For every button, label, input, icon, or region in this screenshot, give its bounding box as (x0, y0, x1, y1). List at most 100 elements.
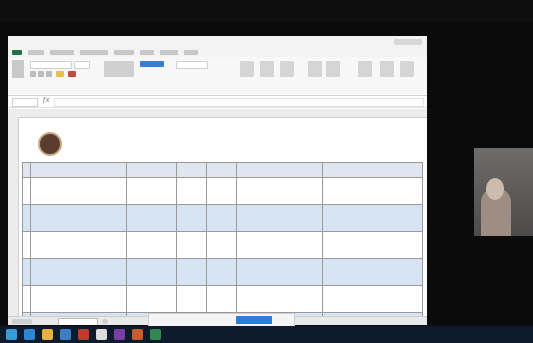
hide-share-bar-button[interactable] (276, 316, 290, 324)
table-cell[interactable] (126, 258, 177, 286)
autosum-button[interactable] (358, 61, 372, 77)
conditional-format-button[interactable] (240, 61, 254, 77)
table-row[interactable] (22, 285, 423, 313)
italic-button[interactable] (38, 71, 44, 77)
stop-sharing-button[interactable] (236, 316, 272, 324)
table-cell[interactable] (22, 231, 31, 259)
table-cell[interactable] (206, 204, 237, 232)
table-cell[interactable] (176, 258, 207, 286)
table-cell[interactable] (30, 258, 127, 286)
table-cell[interactable] (126, 177, 177, 205)
table-cell[interactable] (206, 258, 237, 286)
align-buttons[interactable] (104, 61, 134, 77)
tab-file[interactable] (12, 50, 22, 55)
font-color-button[interactable] (68, 71, 76, 77)
edge-browser-icon[interactable] (24, 329, 35, 340)
tab-formulas[interactable] (114, 50, 134, 55)
excel-title (158, 38, 268, 45)
table-cell[interactable] (236, 285, 323, 313)
tab-home[interactable] (28, 50, 44, 55)
tab-insert[interactable] (50, 50, 74, 55)
font-name-select[interactable] (30, 61, 72, 69)
word-icon[interactable] (96, 329, 107, 340)
underline-button[interactable] (46, 71, 52, 77)
table-cell[interactable] (322, 285, 423, 313)
column-header[interactable] (206, 162, 237, 178)
column-header[interactable] (30, 162, 127, 178)
number-format-select[interactable] (176, 61, 208, 69)
table-cell[interactable] (236, 231, 323, 259)
format-as-table-button[interactable] (260, 61, 274, 77)
teams-icon[interactable] (132, 329, 143, 340)
column-header[interactable] (22, 162, 31, 178)
table-cell[interactable] (322, 258, 423, 286)
cell-styles-button[interactable] (280, 61, 294, 77)
table-cell[interactable] (206, 177, 237, 205)
table-cell[interactable] (176, 231, 207, 259)
system-tray[interactable] (470, 330, 530, 339)
participant-video-tile[interactable] (474, 148, 533, 236)
excel-icon[interactable] (78, 329, 89, 340)
fx-icon[interactable]: ƒx (42, 97, 49, 104)
windows-start-icon[interactable] (6, 329, 17, 340)
find-select-button[interactable] (380, 61, 394, 77)
table-cell[interactable] (322, 204, 423, 232)
windows-taskbar (0, 326, 533, 343)
table-cell[interactable] (206, 285, 237, 313)
formula-input[interactable] (54, 98, 424, 107)
column-header[interactable] (322, 162, 423, 178)
table-cell[interactable] (126, 285, 177, 313)
table-cell[interactable] (22, 258, 31, 286)
table-cell[interactable] (176, 177, 207, 205)
sort-filter-button[interactable] (400, 61, 414, 77)
paste-button[interactable] (12, 60, 24, 78)
activities-table[interactable] (22, 162, 423, 325)
table-cell[interactable] (322, 177, 423, 205)
table-cell[interactable] (22, 177, 31, 205)
sheet-nav-arrows[interactable] (12, 319, 32, 324)
name-box[interactable] (12, 98, 38, 107)
bold-button[interactable] (30, 71, 36, 77)
table-cell[interactable] (30, 204, 127, 232)
table-cell[interactable] (30, 285, 127, 313)
sheet-tab[interactable] (58, 318, 98, 325)
delete-cells-button[interactable] (326, 61, 340, 77)
row-headers[interactable] (8, 117, 19, 317)
column-header[interactable] (126, 162, 177, 178)
table-cell[interactable] (176, 285, 207, 313)
table-row[interactable] (22, 258, 423, 286)
column-header[interactable] (176, 162, 207, 178)
table-cell[interactable] (322, 231, 423, 259)
table-cell[interactable] (22, 285, 31, 313)
tab-page-layout[interactable] (80, 50, 108, 55)
wrap-text-button[interactable] (140, 61, 164, 67)
tab-review[interactable] (160, 50, 178, 55)
tab-data[interactable] (140, 50, 154, 55)
tab-view[interactable] (184, 50, 198, 55)
excel-window[interactable]: ƒx (8, 36, 427, 325)
column-header[interactable] (236, 162, 323, 178)
table-cell[interactable] (126, 204, 177, 232)
table-cell[interactable] (236, 177, 323, 205)
camera-icon[interactable] (150, 329, 161, 340)
add-sheet-button[interactable] (102, 319, 108, 324)
mail-icon[interactable] (60, 329, 71, 340)
table-cell[interactable] (176, 204, 207, 232)
table-cell[interactable] (126, 231, 177, 259)
table-row[interactable] (22, 231, 423, 259)
file-explorer-icon[interactable] (42, 329, 53, 340)
table-cell[interactable] (206, 231, 237, 259)
fill-color-button[interactable] (56, 71, 64, 77)
insert-cells-button[interactable] (308, 61, 322, 77)
table-cell[interactable] (30, 231, 127, 259)
table-row[interactable] (22, 177, 423, 205)
table-cell[interactable] (22, 204, 31, 232)
font-size-select[interactable] (74, 61, 90, 69)
excel-window-controls[interactable] (394, 39, 422, 45)
powerpoint-icon[interactable] (114, 329, 125, 340)
column-headers[interactable] (8, 109, 427, 118)
table-cell[interactable] (236, 204, 323, 232)
table-row[interactable] (22, 204, 423, 232)
table-cell[interactable] (30, 177, 127, 205)
table-cell[interactable] (236, 258, 323, 286)
